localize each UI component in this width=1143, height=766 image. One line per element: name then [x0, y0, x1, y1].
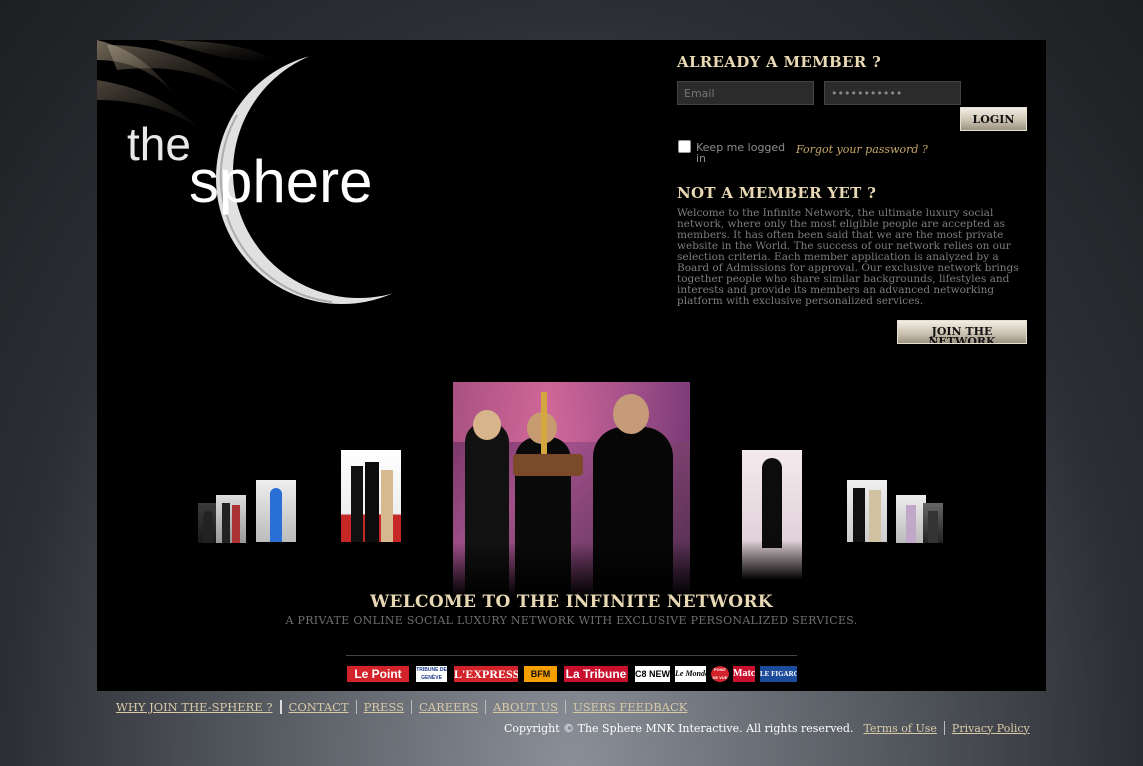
- carousel-photo[interactable]: [923, 503, 943, 543]
- carousel-photo[interactable]: [341, 450, 401, 542]
- press-logo-le-point: Le Point: [347, 666, 409, 682]
- login-button[interactable]: LOGIN: [960, 107, 1027, 131]
- press-logo-bfm: BFM: [524, 666, 557, 682]
- terms-of-use-link[interactable]: Terms of Use: [856, 722, 943, 735]
- carousel-photo[interactable]: [198, 503, 218, 543]
- footer-nav: WHY JOIN THE-SPHERE ? CONTACT PRESS CARE…: [116, 699, 694, 715]
- press-logo-match: Match: [733, 666, 755, 682]
- footer-link-why-join[interactable]: WHY JOIN THE-SPHERE ?: [116, 700, 280, 714]
- svg-text:the: the: [127, 118, 191, 170]
- press-logo-la-tribune: La Tribune: [564, 666, 628, 682]
- join-network-button[interactable]: JOIN THE NETWORK: [897, 320, 1027, 344]
- not-member-heading: NOT A MEMBER YET ?: [677, 184, 877, 202]
- network-description: Welcome to the Infinite Network, the ult…: [677, 207, 1019, 307]
- forgot-password-link[interactable]: Forgot your password ?: [796, 143, 928, 156]
- footer-link-careers[interactable]: CAREERS: [412, 700, 485, 714]
- carousel-photo[interactable]: [896, 495, 926, 543]
- press-logo-c8-news: C8 NEWS: [635, 666, 670, 682]
- press-divider: [346, 655, 797, 656]
- password-input[interactable]: [824, 81, 961, 105]
- main-panel: the sphere ALREADY A MEMBER ? LOGIN Keep…: [97, 40, 1046, 691]
- carousel-photo[interactable]: [256, 480, 296, 542]
- footer-link-press[interactable]: PRESS: [357, 700, 411, 714]
- privacy-policy-link[interactable]: Privacy Policy: [945, 722, 1037, 735]
- press-logo-le-monde: Le Monde: [675, 666, 706, 682]
- footer-link-contact[interactable]: CONTACT: [282, 700, 356, 714]
- press-logo-le-figaro: LE FIGARO: [760, 666, 797, 682]
- the-sphere-logo: the sphere: [97, 40, 485, 304]
- copyright-text: Copyright © The Sphere MNK Interactive. …: [504, 721, 854, 735]
- carousel-photo[interactable]: [742, 450, 802, 580]
- welcome-title: WELCOME TO THE INFINITE NETWORK: [370, 592, 773, 612]
- press-logo-point-de-vue: POINT DE VUE: [711, 666, 729, 682]
- press-logo-lexpress: L'EXPRESS: [454, 666, 518, 682]
- footer-link-about-us[interactable]: ABOUT US: [486, 700, 565, 714]
- svg-text:sphere: sphere: [189, 148, 372, 215]
- footer-copyright: Copyright © The Sphere MNK Interactive. …: [504, 721, 1037, 735]
- email-input[interactable]: [677, 81, 814, 105]
- keep-logged-label: Keep me logged in: [696, 141, 786, 165]
- keep-logged-checkbox[interactable]: [678, 140, 691, 153]
- carousel-photo[interactable]: [847, 480, 887, 542]
- already-member-heading: ALREADY A MEMBER ?: [677, 53, 882, 71]
- welcome-subtitle: A PRIVATE ONLINE SOCIAL LUXURY NETWORK W…: [285, 614, 858, 627]
- carousel-photo[interactable]: [216, 495, 246, 543]
- press-logo-tribune-de-geneve: TRIBUNE DE GENÈVE: [416, 666, 447, 682]
- footer-link-users-feedback[interactable]: USERS FEEDBACK: [566, 700, 694, 714]
- carousel-photo-featured[interactable]: [453, 382, 690, 597]
